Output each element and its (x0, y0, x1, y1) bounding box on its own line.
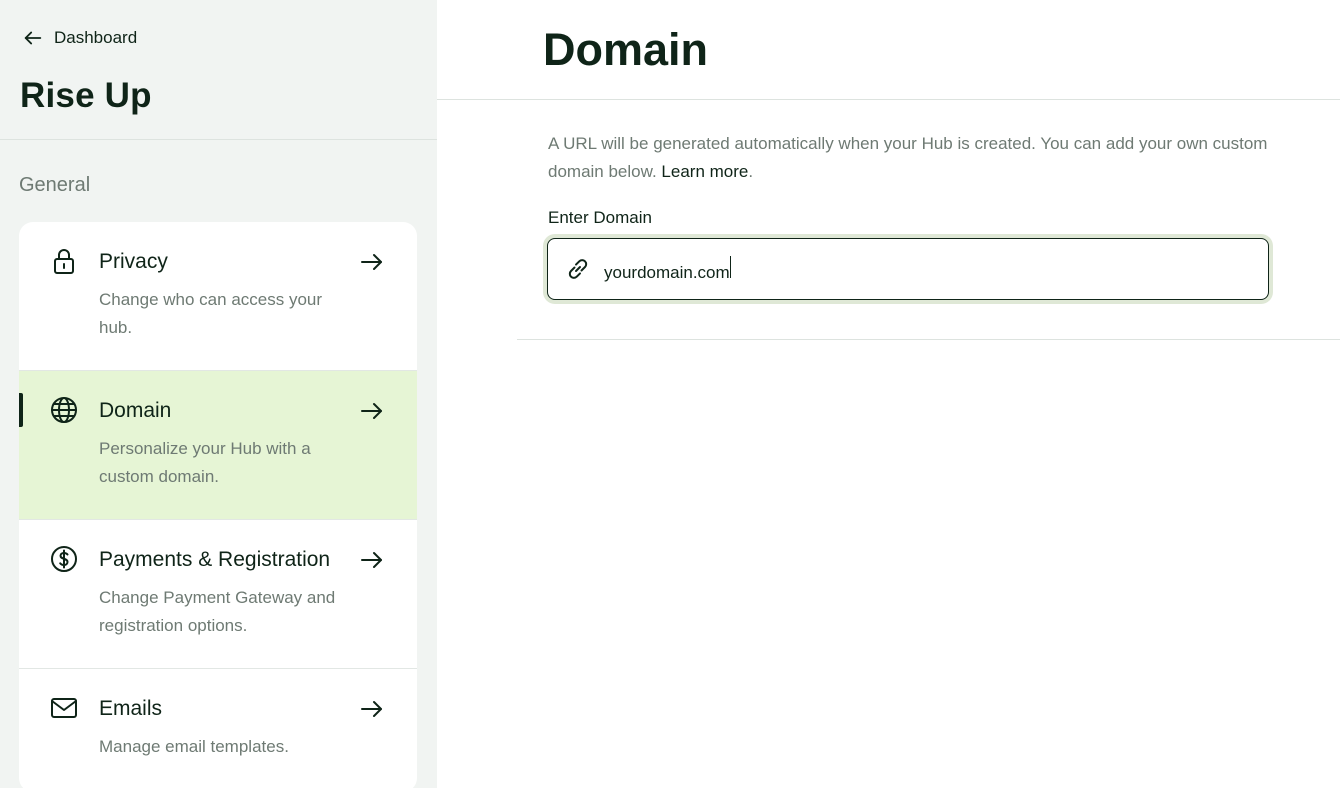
arrow-left-icon (24, 31, 42, 45)
text-caret (729, 255, 732, 278)
lock-icon (49, 246, 79, 276)
mail-icon (49, 693, 79, 723)
domain-field-label: Enter Domain (548, 208, 652, 227)
app-root: Dashboard Rise Up General Privacy Change… (0, 0, 1340, 788)
sidebar-item-description: Change Payment Gateway and registration … (99, 588, 336, 635)
learn-more-link[interactable]: Learn more (661, 162, 748, 181)
arrow-right-icon (359, 398, 385, 424)
main-header: Domain (437, 0, 1340, 100)
arrow-right-icon (359, 249, 385, 275)
sidebar-item-title: Domain (99, 399, 172, 422)
main-panel: Domain A URL will be generated automatic… (437, 0, 1340, 788)
back-link-label: Dashboard (54, 28, 138, 47)
link-icon (564, 255, 592, 283)
section-label-general: General (19, 174, 91, 196)
hub-title: Rise Up (20, 76, 152, 115)
sidebar-item-privacy[interactable]: Privacy Change who can access your hub. (19, 222, 417, 371)
page-title: Domain (543, 24, 709, 75)
sidebar-item-description: Personalize your Hub with a custom domai… (99, 439, 311, 486)
sidebar-item-payments-registration[interactable]: Payments & Registration Change Payment G… (19, 520, 417, 669)
arrow-right-icon (359, 696, 385, 722)
sidebar-item-emails[interactable]: Emails Manage email templates. (19, 669, 417, 788)
domain-info-text: A URL will be generated automatically wh… (548, 134, 1268, 181)
sidebar-item-domain[interactable]: Domain Personalize your Hub with a custo… (19, 371, 417, 520)
sidebar-item-title: Payments & Registration (99, 548, 331, 571)
domain-input-value: yourdomain.com (604, 262, 730, 282)
sidebar-item-title: Emails (99, 697, 163, 720)
info-text-body: A URL will be generated automatically wh… (548, 134, 1268, 181)
arrow-right-icon (359, 547, 385, 573)
domain-settings-section: A URL will be generated automatically wh… (517, 100, 1340, 340)
settings-nav-list: Privacy Change who can access your hub. (19, 222, 417, 788)
dollar-icon (49, 544, 79, 574)
domain-input-wrapper[interactable]: yourdomain.com (547, 238, 1269, 300)
domain-input[interactable]: yourdomain.com (604, 255, 1204, 283)
sidebar-item-description: Change who can access your hub. (99, 290, 323, 337)
sidebar-item-description: Manage email templates. (99, 737, 289, 756)
sidebar-item-title: Privacy (99, 250, 168, 273)
back-to-dashboard-link[interactable]: Dashboard (22, 27, 137, 49)
globe-icon (49, 395, 79, 425)
sidebar-header: Dashboard Rise Up (0, 0, 437, 140)
sidebar: Dashboard Rise Up General Privacy Change… (0, 0, 437, 788)
